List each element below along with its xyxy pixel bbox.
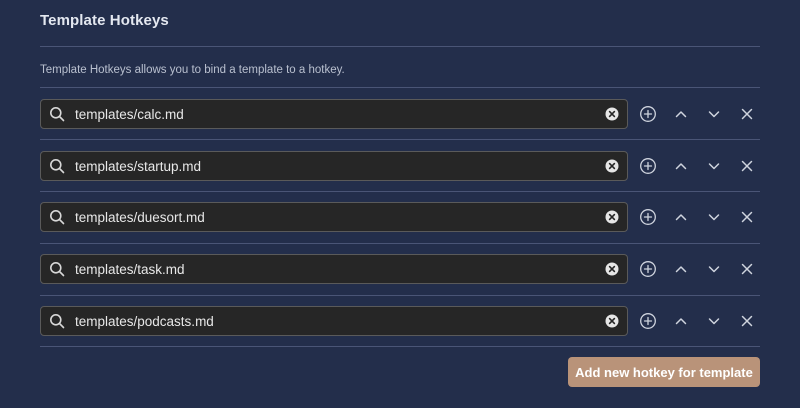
search-icon: [50, 159, 65, 174]
template-search-box: [40, 202, 628, 232]
plus-circle-icon[interactable]: [638, 259, 658, 279]
chevron-down-icon[interactable]: [704, 259, 724, 279]
description-divider: [40, 87, 760, 88]
template-search-box: [40, 254, 628, 284]
clear-icon[interactable]: [605, 107, 619, 121]
hotkey-row: [40, 99, 760, 129]
hotkey-row: [40, 306, 760, 336]
chevron-up-icon[interactable]: [671, 311, 691, 331]
search-icon: [50, 210, 65, 225]
row-divider: [40, 191, 760, 192]
chevron-up-icon[interactable]: [671, 156, 691, 176]
template-search-box: [40, 151, 628, 181]
template-search-input[interactable]: [75, 255, 595, 283]
close-icon[interactable]: [737, 104, 757, 124]
row-divider: [40, 139, 760, 140]
section-title: Template Hotkeys: [40, 12, 169, 29]
clear-icon[interactable]: [605, 262, 619, 276]
clear-icon[interactable]: [605, 159, 619, 173]
add-hotkey-button[interactable]: Add new hotkey for template: [568, 357, 760, 387]
search-icon: [50, 107, 65, 122]
chevron-down-icon[interactable]: [704, 156, 724, 176]
hotkey-row: [40, 202, 760, 232]
close-icon[interactable]: [737, 207, 757, 227]
template-search-box: [40, 99, 628, 129]
template-search-input[interactable]: [75, 307, 595, 335]
row-divider: [40, 243, 760, 244]
chevron-down-icon[interactable]: [704, 207, 724, 227]
plus-circle-icon[interactable]: [638, 311, 658, 331]
close-icon[interactable]: [737, 311, 757, 331]
search-icon: [50, 314, 65, 329]
row-divider: [40, 295, 760, 296]
title-divider: [40, 46, 760, 47]
close-icon[interactable]: [737, 156, 757, 176]
hotkey-row: [40, 151, 760, 181]
chevron-up-icon[interactable]: [671, 259, 691, 279]
chevron-up-icon[interactable]: [671, 207, 691, 227]
template-search-box: [40, 306, 628, 336]
chevron-down-icon[interactable]: [704, 311, 724, 331]
row-divider: [40, 346, 760, 347]
template-search-input[interactable]: [75, 152, 595, 180]
plus-circle-icon[interactable]: [638, 104, 658, 124]
chevron-up-icon[interactable]: [671, 104, 691, 124]
template-search-input[interactable]: [75, 100, 595, 128]
search-icon: [50, 262, 65, 277]
chevron-down-icon[interactable]: [704, 104, 724, 124]
plus-circle-icon[interactable]: [638, 156, 658, 176]
section-description: Template Hotkeys allows you to bind a te…: [40, 64, 345, 76]
close-icon[interactable]: [737, 259, 757, 279]
clear-icon[interactable]: [605, 210, 619, 224]
hotkey-row: [40, 254, 760, 284]
template-search-input[interactable]: [75, 203, 595, 231]
plus-circle-icon[interactable]: [638, 207, 658, 227]
clear-icon[interactable]: [605, 314, 619, 328]
